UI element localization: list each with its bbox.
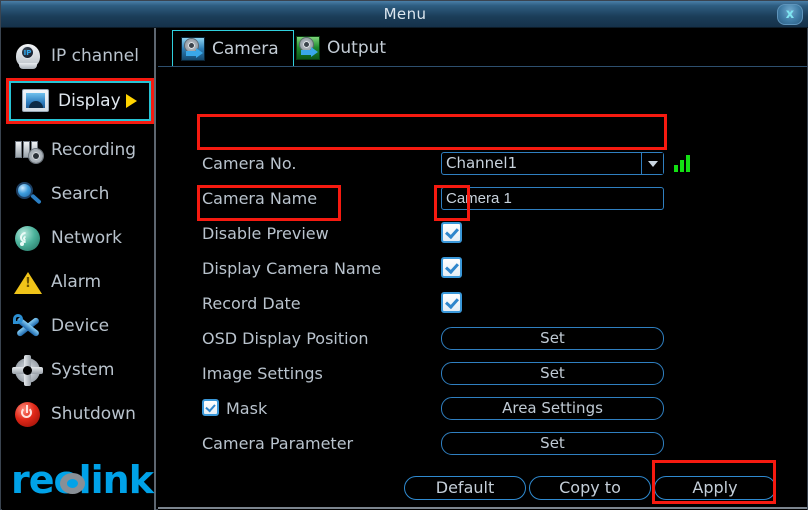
mask-checkbox[interactable] (202, 399, 219, 416)
dvr-menu-window: Menu x IP IP channel Display Recording S… (0, 0, 808, 510)
sidebar-item-label: Alarm (51, 272, 102, 292)
camera-settings-form: Camera No. Channel1 Camera Name Disable … (158, 68, 807, 468)
tab-label: Camera (212, 38, 279, 59)
camera-parameter-label: Camera Parameter (202, 433, 354, 453)
sidebar-item-device[interactable]: Device (2, 304, 156, 348)
sidebar-item-label: IP channel (51, 46, 139, 66)
sidebar-item-system[interactable]: System (2, 348, 156, 392)
tab-camera[interactable]: Camera (172, 30, 294, 66)
row-record-date: Record Date (158, 286, 807, 320)
sidebar-item-search[interactable]: Search (2, 172, 156, 216)
window-title: Menu (383, 5, 427, 23)
sidebar-item-recording[interactable]: Recording (2, 128, 156, 172)
row-display-camera-name: Display Camera Name (158, 251, 807, 285)
display-camera-name-label: Display Camera Name (202, 258, 382, 278)
camera-no-value: Channel1 (446, 153, 518, 172)
chevron-down-icon[interactable] (641, 152, 663, 174)
tab-bar: Camera Output (158, 28, 807, 68)
close-icon: x (785, 7, 795, 22)
ip-camera-icon: IP (12, 41, 46, 71)
disable-preview-checkbox[interactable] (441, 222, 462, 243)
warning-triangle-icon: ! (12, 267, 46, 297)
content-panel: Camera Output Camera No. Channel1 Camera… (158, 28, 807, 510)
sidebar-item-shutdown[interactable]: Shutdown (2, 392, 156, 436)
row-image-settings: Image Settings Set (158, 356, 807, 390)
camera-settings-icon (181, 36, 205, 61)
output-settings-icon (296, 36, 320, 60)
record-date-checkbox[interactable] (441, 292, 462, 313)
camera-no-label: Camera No. (202, 153, 297, 173)
osd-display-position-set-button[interactable]: Set (441, 326, 664, 350)
sidebar-item-label: Recording (51, 140, 137, 160)
sidebar-item-label: Device (51, 316, 110, 336)
copy-to-button[interactable]: Copy to (529, 476, 651, 500)
chevron-right-icon (126, 94, 137, 108)
record-date-label: Record Date (202, 293, 301, 313)
wifi-signal-icon (12, 223, 46, 253)
disable-preview-label: Disable Preview (202, 223, 329, 243)
row-camera-parameter: Camera Parameter Set (158, 426, 807, 460)
sidebar: IP IP channel Display Recording Search N… (2, 28, 156, 510)
tab-label: Output (327, 38, 387, 58)
default-button[interactable]: Default (404, 476, 526, 500)
row-camera-name: Camera Name (158, 181, 807, 215)
image-settings-set-button[interactable]: Set (441, 361, 664, 385)
sidebar-item-label: Shutdown (51, 404, 136, 424)
mask-area-settings-button[interactable]: Area Settings (441, 396, 664, 420)
display-camera-name-checkbox[interactable] (441, 257, 462, 278)
row-disable-preview: Disable Preview (158, 216, 807, 250)
tab-output[interactable]: Output (288, 30, 400, 66)
image-settings-label: Image Settings (202, 363, 323, 383)
window-titlebar: Menu x (1, 1, 808, 28)
apply-button[interactable]: Apply (654, 476, 776, 500)
reolink-logo: reolink (8, 460, 156, 500)
display-picture-icon (19, 86, 53, 116)
row-camera-no: Camera No. Channel1 (158, 146, 807, 180)
sidebar-item-ip-channel[interactable]: IP IP channel (2, 34, 156, 78)
camera-parameter-set-button[interactable]: Set (441, 431, 664, 455)
row-osd-display-position: OSD Display Position Set (158, 321, 807, 355)
signal-bars-icon (674, 154, 692, 172)
tab-divider (158, 66, 807, 67)
sidebar-item-alarm[interactable]: ! Alarm (2, 260, 156, 304)
footer-divider (158, 507, 807, 509)
mask-label: Mask (226, 398, 268, 418)
osd-display-position-label: OSD Display Position (202, 328, 369, 348)
gear-icon (12, 355, 46, 386)
power-icon (12, 399, 46, 429)
wrench-screwdriver-icon (12, 311, 46, 341)
row-mask: Mask Area Settings (158, 391, 807, 425)
camera-no-select[interactable]: Channel1 (441, 151, 664, 175)
sidebar-item-label: Network (51, 228, 122, 248)
camera-name-input[interactable] (441, 186, 664, 210)
sidebar-item-label: Search (51, 184, 110, 204)
recording-disk-gear-icon (12, 135, 46, 165)
sidebar-item-display[interactable]: Display (6, 78, 154, 124)
sidebar-item-label: System (51, 360, 115, 380)
logo-lens-icon (60, 473, 85, 494)
magnifier-icon (12, 179, 46, 209)
camera-name-label: Camera Name (202, 188, 318, 208)
close-button[interactable]: x (777, 4, 803, 25)
sidebar-item-network[interactable]: Network (2, 216, 156, 260)
footer-bar: Default Copy to Apply (158, 473, 807, 510)
